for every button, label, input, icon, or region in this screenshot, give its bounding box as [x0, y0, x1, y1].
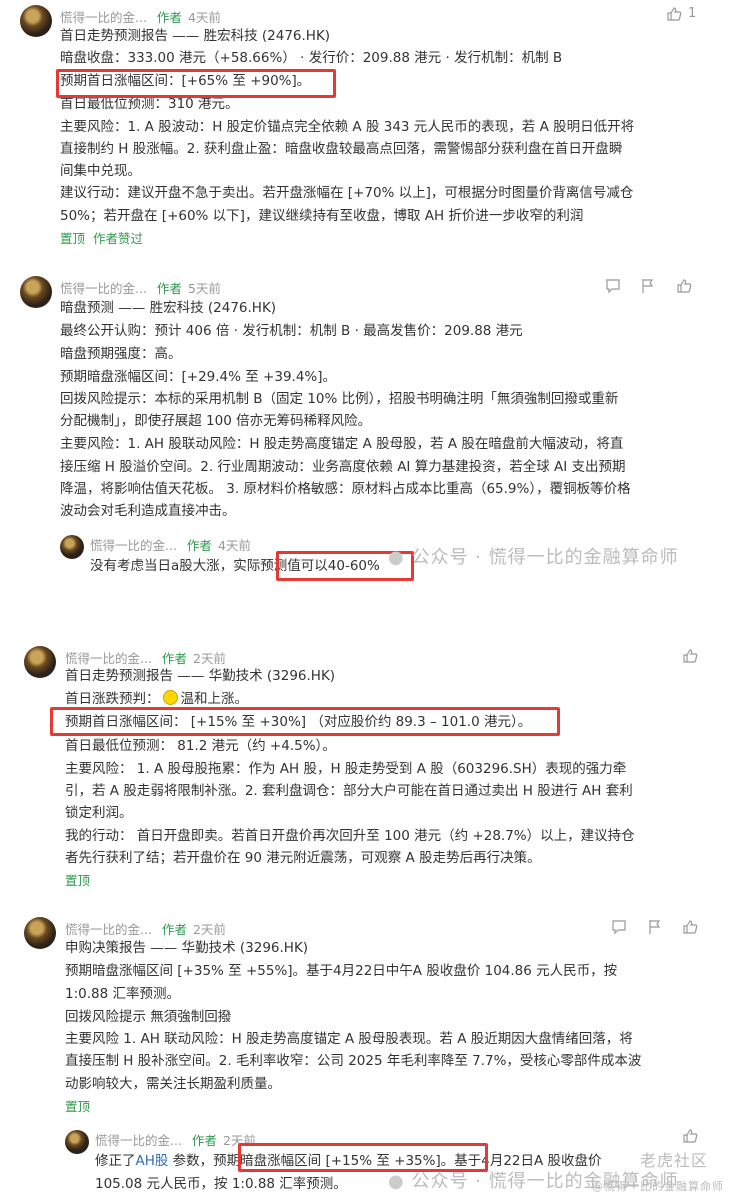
avatar[interactable]: [20, 5, 52, 37]
post-line: 分配機制」，即使孖展超 100 倍亦无筹码稀释风险。: [60, 413, 372, 429]
author-name[interactable]: 慌得一比的金...: [65, 922, 152, 937]
mood-value: 温和上涨。: [180, 691, 249, 707]
author-name[interactable]: 慌得一比的金...: [60, 10, 147, 25]
author-name[interactable]: 慌得一比的金...: [90, 538, 177, 553]
author-tag: 作者: [156, 281, 182, 296]
post-line: 接压缩 H 股溢价空间。2. 行业周期波动：业务高度依赖 AI 算力基建投资，若…: [60, 459, 626, 475]
post-line: 直接制约 H 股涨幅。2. 获利盘止盈：暗盘收盘较最高点回落，需警惕部分获利盘在…: [60, 141, 623, 157]
reply-text-line: 105.08 元人民币，按 1:0.88 汇率预测。: [95, 1176, 347, 1192]
tiger-sub-watermark: @慌得一比的金融算命师: [592, 1178, 724, 1194]
author-liked-label: 作者赞过: [93, 231, 144, 246]
watermark-text: 老虎社区: [640, 1151, 709, 1170]
wechat-icon: ●: [388, 1171, 405, 1192]
author-tag: 作者: [186, 538, 212, 553]
post-line: 最终公开认购：预计 406 倍 · 发行机制：机制 B · 最高发售价：209.…: [60, 323, 523, 339]
post-line: 降温，将影响估值天花板。 3. 原材料价格敏感：原材料占成本比重高（65.9%）…: [60, 481, 631, 497]
pinned-label[interactable]: 置顶: [65, 1096, 90, 1118]
post-line: 动影响较大，需关注长期盈利质量。: [65, 1076, 281, 1092]
post-line: 暗盘预测 —— 胜宏科技 (2476.HK): [60, 300, 277, 316]
reply-text-prefix: 修正了: [95, 1153, 136, 1169]
avatar[interactable]: [24, 646, 56, 678]
comment-meta: 慌得一比的金... 作者 2天前: [65, 919, 226, 938]
watermark-text: @慌得一比的金融算命师: [592, 1180, 724, 1193]
post-line: 申购决策报告 —— 华勤技术 (3296.HK): [65, 940, 309, 956]
post-line: 波动会对毛利造成直接冲击。: [60, 503, 236, 519]
author-tag: 作者: [191, 1133, 217, 1148]
wechat-icon: ●: [388, 547, 405, 568]
reply-meta: 慌得一比的金... 作者 4天前: [90, 535, 251, 554]
post-line: 1:0.88 汇率预测。: [65, 986, 180, 1002]
highlight-box: [56, 69, 336, 98]
timestamp: 4天前: [187, 10, 221, 25]
comment-feed: 慌得一比的金... 作者 4天前 1 首日走势预测报告 —— 胜宏科技 (2476.…: [0, 0, 751, 1203]
reply-icon[interactable]: [611, 919, 627, 935]
thumbs-up-icon[interactable]: [666, 6, 682, 22]
flag-icon[interactable]: [640, 278, 656, 294]
post-line: 主要风险：1. AH 股联动风险：H 股走势高度锚定 A 股母股，若 A 股在暗…: [60, 436, 624, 452]
author-tag: 作者: [156, 10, 182, 25]
post-line: 暗盘收盘：333.00 港元（+58.66%） · 发行价：209.88 港元 …: [60, 50, 563, 66]
flag-icon[interactable]: [647, 919, 663, 935]
author-name[interactable]: 慌得一比的金...: [65, 651, 152, 666]
stock-tag-link[interactable]: AH股: [136, 1153, 169, 1169]
timestamp: 2天前: [192, 651, 226, 666]
comment-meta: 慌得一比的金... 作者 5天前: [60, 278, 221, 297]
timestamp: 4天前: [217, 538, 251, 553]
watermark-text: 公众号 · 慌得一比的金融算命师: [411, 547, 679, 568]
author-name[interactable]: 慌得一比的金...: [95, 1133, 182, 1148]
post-line: 回拨风险提示：本标的采用机制 B（固定 10% 比例），招股书明确注明「無須強制…: [60, 391, 619, 407]
thumbs-up-icon[interactable]: [676, 278, 692, 294]
wechat-watermark: ● 公众号 · 慌得一比的金融算命师: [388, 543, 679, 569]
post-footer: 置顶 作者赞过: [60, 228, 143, 250]
post-line: 主要风险：1. A 股波动：H 股定价锚点完全依赖 A 股 343 元人民币的表…: [60, 119, 635, 135]
post-line: 预期暗盘涨幅区间：[+29.4% 至 +39.4%]。: [60, 369, 337, 385]
post-line: 锁定利润。: [65, 805, 133, 821]
post-line: 我的行动： 首日开盘即卖。若首日开盘价再次回升至 100 港元（约 +28.7%…: [65, 828, 635, 844]
reply-avatar[interactable]: [60, 535, 84, 559]
post-line: 回拨风险提示 無須強制回撥: [65, 1009, 232, 1025]
post-line: 间集中兑现。: [60, 163, 141, 179]
post-line: 首日走势预测报告 —— 胜宏科技 (2476.HK): [60, 28, 331, 44]
reply-avatar[interactable]: [65, 1130, 89, 1154]
post-line: 主要风险： 1. A 股母股拖累：作为 AH 股，H 股走势受到 A 股（603…: [65, 761, 627, 777]
post-line: 直接压制 H 股补涨空间。2. 毛利率收窄：公司 2025 年毛利率降至 7.7…: [65, 1053, 642, 1069]
post-line: 主要风险 1. AH 联动风险：H 股走势高度锚定 A 股母股表现。若 A 股近…: [65, 1031, 633, 1047]
author-tag: 作者: [161, 922, 187, 937]
post-line: 预期暗盘涨幅区间 [+35% 至 +55%]。基于4月22日中午A 股收盘价 1…: [65, 963, 618, 979]
timestamp: 2天前: [192, 922, 226, 937]
tiger-watermark: 老虎社区: [640, 1147, 708, 1171]
post-line: 50%；若开盘在 [+60% 以下]，建议继续持有至收盘，博取 AH 折价进一步…: [60, 208, 584, 224]
reply-icon[interactable]: [605, 278, 621, 294]
author-tag: 作者: [161, 651, 187, 666]
thumbs-up-icon[interactable]: [682, 1128, 698, 1144]
yellow-circle-icon: [162, 690, 178, 705]
pinned-label[interactable]: 置顶: [65, 870, 90, 892]
timestamp: 5天前: [187, 281, 221, 296]
post-line: 首日最低位预测： 81.2 港元（约 +4.5%）。: [65, 738, 336, 754]
like-count: 1: [688, 6, 697, 21]
post-line: 首日走势预测报告 —— 华勤技术 (3296.HK): [65, 668, 336, 684]
highlight-box: [50, 707, 560, 736]
post-line: 引，若 A 股走弱将限制补涨。2. 套利盘调仓：部分大户可能在首日通过卖出 H …: [65, 783, 633, 799]
mood-label: 首日涨跌预判：: [65, 691, 160, 707]
post-line: 暗盘预期强度：高。: [60, 346, 182, 362]
comment-meta: 慌得一比的金... 作者 4天前: [60, 7, 221, 26]
thumbs-up-icon[interactable]: [682, 919, 698, 935]
avatar[interactable]: [20, 276, 52, 308]
post-line: 建议行动：建议开盘不急于卖出。若开盘涨幅在 [+70% 以上]，可根据分时图量价…: [60, 185, 634, 201]
author-name[interactable]: 慌得一比的金...: [60, 281, 147, 296]
thumbs-up-icon[interactable]: [682, 648, 698, 664]
reply-meta: 慌得一比的金... 作者 2天前: [95, 1130, 256, 1149]
avatar[interactable]: [24, 917, 56, 949]
pinned-label[interactable]: 置顶: [60, 231, 85, 246]
post-line: 者先行获利了结；若开盘价在 90 港元附近震荡，可观察 A 股走势后再行决策。: [65, 850, 541, 866]
